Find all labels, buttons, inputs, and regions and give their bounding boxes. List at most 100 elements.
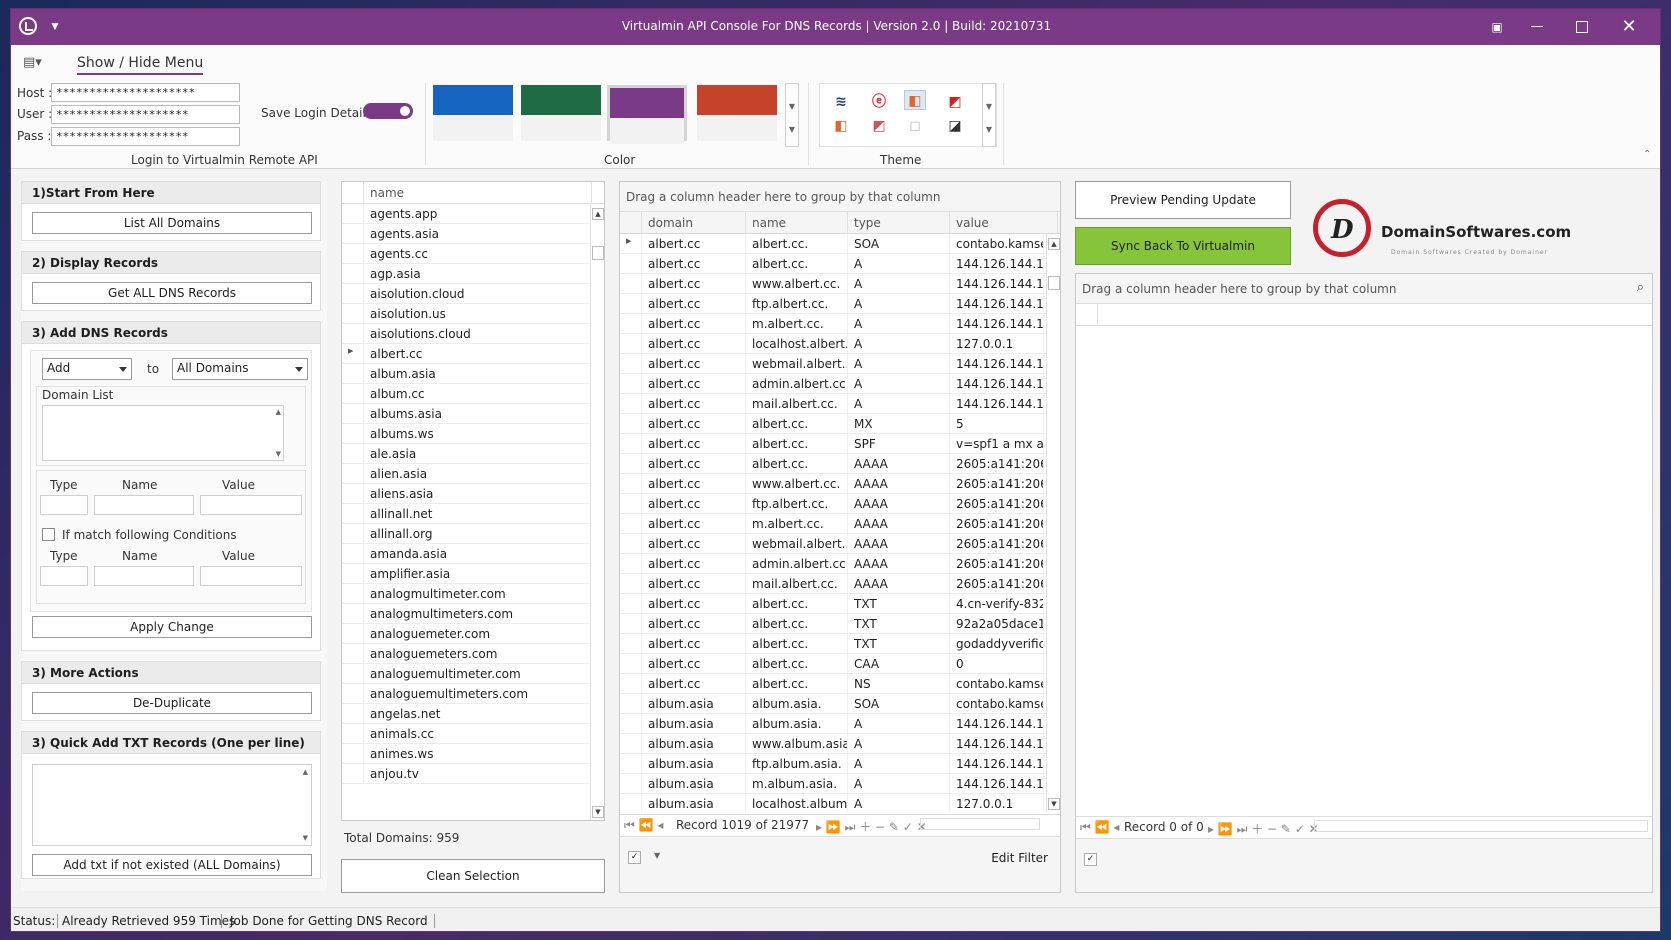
record-row[interactable]: albert.ccm.albert.cc.A144.126.144.166 — [620, 314, 1046, 334]
target-select[interactable]: All Domains — [172, 358, 308, 380]
nav-next-icon[interactable]: ▸ ⏩ ⏭ ＋ − ✎ ✓ ✕ — [816, 818, 927, 835]
domain-row[interactable]: ▶ albert.cc — [342, 344, 592, 364]
record-row[interactable]: album.asiaalbum.asia.A144.126.144.166 — [620, 714, 1046, 734]
save-login-toggle[interactable] — [363, 103, 413, 119]
domain-row[interactable]: albums.asia — [342, 404, 592, 424]
sync-back-button[interactable]: Sync Back To Virtualmin — [1075, 227, 1291, 265]
domain-row[interactable]: aisolutions.cloud — [342, 324, 592, 344]
record-row[interactable]: album.asiawww.album.asia.A144.126.144.16… — [620, 734, 1046, 754]
condition-name-input[interactable] — [94, 566, 194, 586]
domain-row[interactable]: agents.app — [342, 204, 592, 224]
domain-row[interactable]: agents.cc — [342, 244, 592, 264]
theme-light-icon[interactable]: ◻ — [904, 116, 926, 136]
color-gallery-scrollbar[interactable]: ▼ ▼ — [785, 83, 799, 147]
domain-row[interactable]: agp.asia — [342, 264, 592, 284]
domain-row[interactable]: anjou.tv — [342, 764, 592, 784]
theme-red-icon[interactable]: ⓔ — [868, 92, 890, 112]
name-column-header[interactable]: name — [746, 212, 848, 234]
domain-row[interactable]: allinall.org — [342, 524, 592, 544]
pending-group-by-panel[interactable]: Drag a column header here to group by th… — [1076, 274, 1652, 304]
domain-row[interactable]: analoguemultimeter.com — [342, 664, 592, 684]
filter-enable-checkbox[interactable]: ✓ — [628, 851, 641, 864]
record-row[interactable]: albert.ccftp.albert.cc.A144.126.144.166 — [620, 294, 1046, 314]
scroll-up-icon[interactable]: ▲ — [303, 768, 308, 776]
record-row[interactable]: albert.cc albert.cc. MX 5 — [620, 414, 1046, 434]
nav-first-icon[interactable]: ⏮ ⏪ ◂ — [1080, 820, 1119, 835]
value-column-header[interactable]: value — [950, 212, 1058, 234]
theme-orange-icon[interactable]: ◧ — [830, 116, 852, 136]
domain-row[interactable]: animals.cc — [342, 724, 592, 744]
record-row[interactable]: albert.cc webmail.albert.... A 144.126.144.… — [620, 354, 1046, 374]
show-hide-menu-tab[interactable]: Show / Hide Menu — [77, 55, 204, 75]
record-row[interactable]: albert.ccm.albert.cc.AAAA2605:a141:206..… — [620, 514, 1046, 534]
record-row[interactable]: albert.ccwww.albert.cc.A144.126.144.166 — [620, 274, 1046, 294]
domain-row[interactable]: amanda.asia — [342, 544, 592, 564]
record-row[interactable]: albert.cc mail.albert.cc. AAAA 2605:a141:20… — [620, 574, 1046, 594]
type-input[interactable] — [40, 495, 88, 515]
domain-row[interactable]: analogmultimeters.com — [342, 604, 592, 624]
domain-row[interactable]: albums.ws — [342, 424, 592, 444]
scroll-thumb[interactable] — [592, 246, 604, 260]
host-input[interactable]: ********************* — [51, 83, 240, 102]
search-icon[interactable]: ⌕ — [1637, 280, 1644, 295]
domain-row[interactable]: aisolution.us — [342, 304, 592, 324]
horizontal-scrollbar[interactable] — [920, 818, 1040, 830]
theme-gallery-scrollbar[interactable]: ▼ ▼ — [982, 83, 996, 147]
record-row[interactable]: album.asiaalbum.asia.SOAcontabo.kamser..… — [620, 694, 1046, 714]
de-duplicate-button[interactable]: De-Duplicate — [32, 692, 312, 714]
domain-row[interactable]: analogmultimeter.com — [342, 584, 592, 604]
nav-next-icon[interactable]: ▸ ⏩ ⏭ ＋ − ✎ ✓ ✕ — [1208, 820, 1319, 837]
record-row[interactable]: albert.ccalbert.cc.SPFv=spf1 a mx a:a... — [620, 434, 1046, 454]
clean-selection-button[interactable]: Clean Selection — [341, 859, 605, 893]
scroll-up-icon[interactable]: ▲ — [276, 408, 281, 416]
filter-enable-checkbox[interactable]: ✓ — [1084, 853, 1097, 866]
record-row[interactable]: albert.ccalbert.cc.TXT4.cn-verify-83208 — [620, 594, 1046, 614]
close-button[interactable]: ✕ — [1615, 15, 1643, 39]
color-swatch-blue[interactable] — [433, 85, 513, 141]
theme-dark-icon[interactable]: ◩ — [944, 92, 966, 112]
apply-change-button[interactable]: Apply Change — [32, 616, 312, 638]
gallery-expand-icon[interactable]: ▼ — [786, 125, 798, 134]
domain-row[interactable]: analoguemultimeters.com — [342, 684, 592, 704]
maximize-button[interactable] — [1567, 15, 1595, 39]
theme-black-icon[interactable]: ◪ — [944, 116, 966, 136]
collapse-ribbon-icon[interactable]: ⌃ — [1643, 149, 1651, 160]
record-row[interactable]: album.asialocalhost.album....A127.0.0.1 — [620, 794, 1046, 812]
group-by-panel[interactable]: Drag a column header here to group by th… — [620, 182, 1060, 212]
preview-pending-update-button[interactable]: Preview Pending Update — [1075, 181, 1291, 219]
color-swatch-red[interactable] — [697, 85, 777, 141]
edit-filter-link[interactable]: Edit Filter — [991, 851, 1048, 865]
record-row[interactable]: albert.cclocalhost.albert....A127.0.0.1 — [620, 334, 1046, 354]
match-conditions-checkbox[interactable] — [42, 528, 55, 541]
domain-row[interactable]: aliens.asia — [342, 484, 592, 504]
record-row[interactable]: albert.ccalbert.cc.TXTgodaddyverifica... — [620, 634, 1046, 654]
record-row[interactable]: albert.cc admin.albert.cc. AAAA 2605:a141:2… — [620, 554, 1046, 574]
txt-records-input[interactable]: ▲ ▼ — [32, 764, 312, 846]
domain-row[interactable]: ale.asia — [342, 444, 592, 464]
condition-type-input[interactable] — [40, 566, 88, 586]
domain-row[interactable]: alien.asia — [342, 464, 592, 484]
action-select[interactable]: Add — [42, 358, 132, 380]
domain-grid-scrollbar[interactable]: ▲ ▼ — [590, 204, 604, 820]
scroll-down-icon[interactable]: ▼ — [303, 834, 308, 842]
gallery-down-icon[interactable]: ▼ — [786, 102, 798, 111]
name-input[interactable] — [94, 495, 194, 515]
record-row[interactable]: albert.ccadmin.albert.cc.A144.126.144.16… — [620, 374, 1046, 394]
nav-first-icon[interactable]: ⏮ ⏪ ◂ — [624, 818, 663, 833]
ribbon-display-options-icon[interactable]: ▣ — [1483, 15, 1511, 39]
domain-row[interactable]: analoguemeter.com — [342, 624, 592, 644]
filter-dropdown-icon[interactable]: ▼ — [654, 851, 660, 860]
get-all-dns-button[interactable]: Get ALL DNS Records — [32, 282, 312, 304]
record-row[interactable]: albert.ccalbert.cc.NScontabo.kamser... — [620, 674, 1046, 694]
domain-row[interactable]: aisolution.cloud — [342, 284, 592, 304]
record-row[interactable]: albert.ccalbert.cc.AAAA2605:a141:206... — [620, 454, 1046, 474]
record-row[interactable]: albert.ccwww.albert.cc.AAAA2605:a141:206… — [620, 474, 1046, 494]
domain-list-input[interactable]: ▲ ▼ — [42, 405, 284, 461]
domain-row[interactable]: album.asia — [342, 364, 592, 384]
domain-row[interactable]: angelas.net — [342, 704, 592, 724]
scroll-down-icon[interactable]: ▼ — [276, 450, 281, 458]
domain-row[interactable]: animes.ws — [342, 744, 592, 764]
domain-row[interactable]: analoguemeters.com — [342, 644, 592, 664]
horizontal-scrollbar[interactable] — [1314, 820, 1648, 832]
scroll-up-icon[interactable]: ▲ — [1048, 238, 1060, 250]
